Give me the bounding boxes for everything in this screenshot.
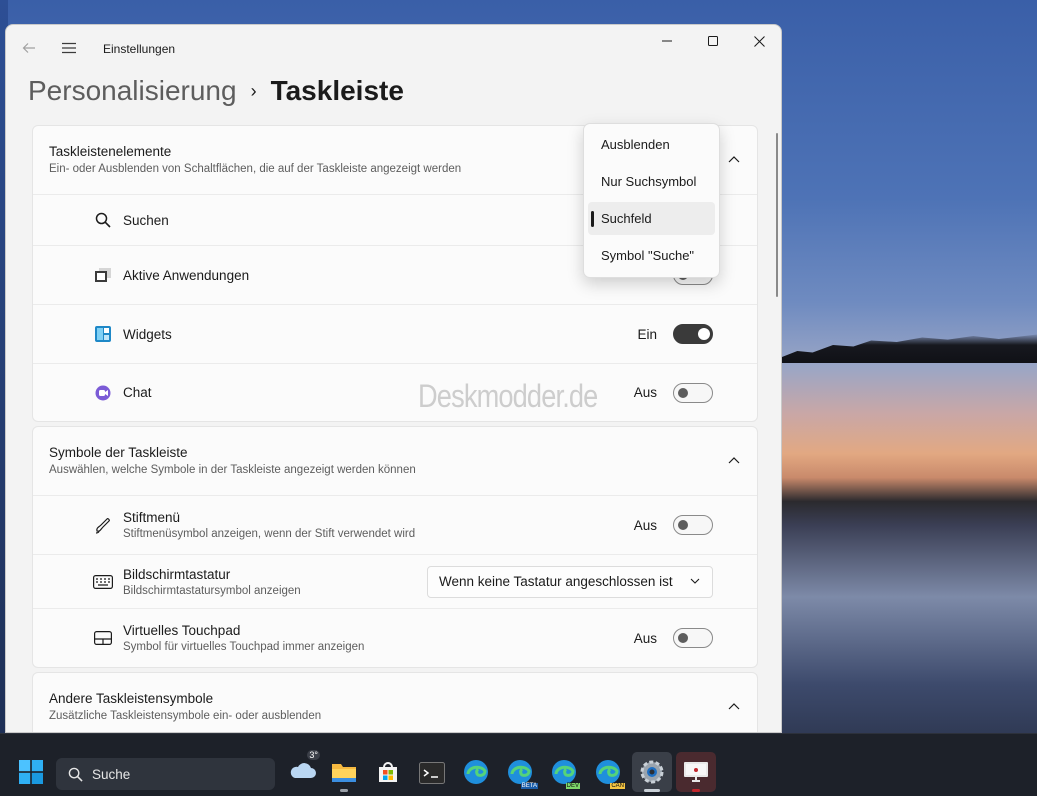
select-value: Wenn keine Tastatur angeschlossen ist (439, 574, 673, 589)
widgets-icon (93, 324, 113, 344)
row-control: Aus (634, 628, 713, 648)
taskbar: Suche 3° BETA DEV CAN (0, 733, 1037, 796)
widgets-toggle[interactable] (673, 324, 713, 344)
section-subtitle: Auswählen, welche Symbole in der Tasklei… (49, 464, 416, 476)
minimize-icon (662, 40, 672, 42)
minimize-button[interactable] (644, 25, 690, 57)
virtual-touchpad-toggle[interactable] (673, 628, 713, 648)
section-subtitle: Zusätzliche Taskleistensymbole ein- oder… (49, 710, 322, 722)
settings-running-indicator (644, 789, 660, 792)
breadcrumb: Personalisierung › Taskleiste (28, 71, 404, 111)
close-icon (753, 35, 765, 47)
touch-keyboard-select[interactable]: Wenn keine Tastatur angeschlossen ist (427, 565, 713, 598)
remote-desktop-icon[interactable] (682, 758, 710, 786)
row-control: Aus (634, 515, 713, 535)
row-description: Symbol für virtuelles Touchpad immer anz… (123, 641, 365, 653)
keyboard-icon (93, 572, 113, 592)
breadcrumb-separator: › (250, 80, 257, 101)
pen-icon (93, 515, 113, 535)
row-description: Bildschirmtastatursymbol anzeigen (123, 584, 301, 597)
file-explorer-icon[interactable] (330, 758, 358, 786)
edge-icon[interactable] (462, 758, 490, 786)
taskbar-search-box[interactable]: Suche (56, 758, 275, 790)
section-other-taskbar-icons: Andere Taskleistensymbole Zusätzliche Ta… (32, 672, 758, 732)
page-title: Taskleiste (270, 75, 404, 106)
row-label: Stiftmenü (123, 510, 181, 525)
search-icon (68, 767, 83, 782)
vertical-scrollbar[interactable] (776, 133, 778, 297)
chevron-up-icon[interactable] (727, 453, 741, 467)
toggle-state-label: Aus (633, 385, 657, 400)
setting-row-virtual-touchpad[interactable]: Virtuelles Touchpad Symbol für virtuelle… (33, 608, 757, 667)
chevron-up-icon[interactable] (727, 152, 741, 166)
row-label: Widgets (123, 326, 172, 342)
toggle-state-label: Aus (633, 630, 657, 646)
breadcrumb-parent[interactable]: Personalisierung (28, 75, 237, 107)
toggle-state-label: Aus (633, 517, 657, 533)
settings-gear-icon[interactable] (638, 758, 666, 786)
toggle-state-label: Ein (637, 326, 657, 342)
task-view-icon (93, 265, 113, 285)
touchpad-icon (93, 628, 113, 648)
section-taskbar-icons: Symbole der Taskleiste Auswählen, welche… (32, 426, 758, 668)
weather-temperature: 3° (307, 750, 320, 760)
section-title: Andere Taskleistensymbole (49, 691, 214, 706)
start-button[interactable] (18, 759, 44, 785)
taskbar-search-label: Suche (92, 766, 131, 782)
section-header[interactable]: Symbole der Taskleiste Auswählen, welche… (33, 427, 757, 495)
flyout-option-search-symbol[interactable]: Symbol "Suche" (588, 239, 715, 272)
can-badge: CAN (610, 783, 625, 789)
row-control: Aus (633, 382, 713, 403)
flyout-option-search-icon-only[interactable]: Nur Suchsymbol (588, 165, 715, 198)
edge-dev-icon[interactable]: DEV (550, 758, 580, 789)
microsoft-store-icon[interactable] (374, 758, 402, 786)
dev-badge: DEV (565, 783, 580, 789)
section-title: Symbole der Taskleiste (49, 445, 188, 460)
row-label: Suchen (123, 212, 169, 228)
weather-widget[interactable]: 3° (286, 750, 320, 784)
close-button[interactable] (736, 25, 781, 57)
terminal-icon[interactable] (418, 759, 446, 787)
app-title: Einstellungen (103, 42, 176, 56)
search-icon (93, 210, 113, 230)
maximize-button[interactable] (690, 25, 736, 57)
chevron-down-icon (690, 578, 700, 584)
flyout-option-hide[interactable]: Ausblenden (588, 128, 715, 161)
watermark-text: Deskmodder.de (418, 378, 598, 414)
file-explorer-running-indicator (340, 789, 348, 792)
edge-canary-icon[interactable]: CAN (594, 758, 625, 789)
flyout-option-search-box[interactable]: Suchfeld (588, 202, 715, 235)
section-header[interactable]: Andere Taskleistensymbole Zusätzliche Ta… (33, 673, 757, 732)
row-control: Ein (637, 324, 713, 344)
setting-row-pen-menu[interactable]: Stiftmenü Stiftmenüsymbol anzeigen, wenn… (33, 495, 757, 554)
wallpaper-treeline (782, 334, 1037, 363)
beta-badge: BETA (520, 783, 538, 789)
chevron-up-icon[interactable] (727, 699, 741, 713)
back-arrow-icon[interactable] (14, 33, 44, 63)
row-label: Chat (123, 385, 152, 400)
pen-menu-toggle[interactable] (673, 515, 713, 535)
search-mode-flyout: Ausblenden Nur Suchsymbol Suchfeld Symbo… (583, 123, 720, 278)
title-bar: Einstellungen (6, 25, 781, 71)
edge-beta-icon[interactable]: BETA (506, 758, 538, 789)
row-label: Bildschirmtastatur (123, 566, 231, 582)
row-label: Aktive Anwendungen (123, 267, 250, 283)
hamburger-menu-icon[interactable] (54, 33, 84, 63)
chat-icon (93, 383, 113, 403)
setting-row-chat[interactable]: Chat Aus (33, 363, 757, 421)
setting-row-touch-keyboard[interactable]: Bildschirmtastatur Bildschirmtastatursym… (33, 554, 757, 608)
windows-logo-icon (19, 760, 43, 784)
maximize-icon (708, 36, 718, 46)
setting-row-widgets[interactable]: Widgets Ein (33, 304, 757, 363)
row-description: Stiftmenüsymbol anzeigen, wenn der Stift… (123, 528, 416, 540)
cloud-icon (290, 763, 316, 778)
row-label: Virtuelles Touchpad (123, 623, 241, 638)
remote-running-indicator (692, 789, 700, 792)
chat-toggle[interactable] (673, 382, 713, 403)
